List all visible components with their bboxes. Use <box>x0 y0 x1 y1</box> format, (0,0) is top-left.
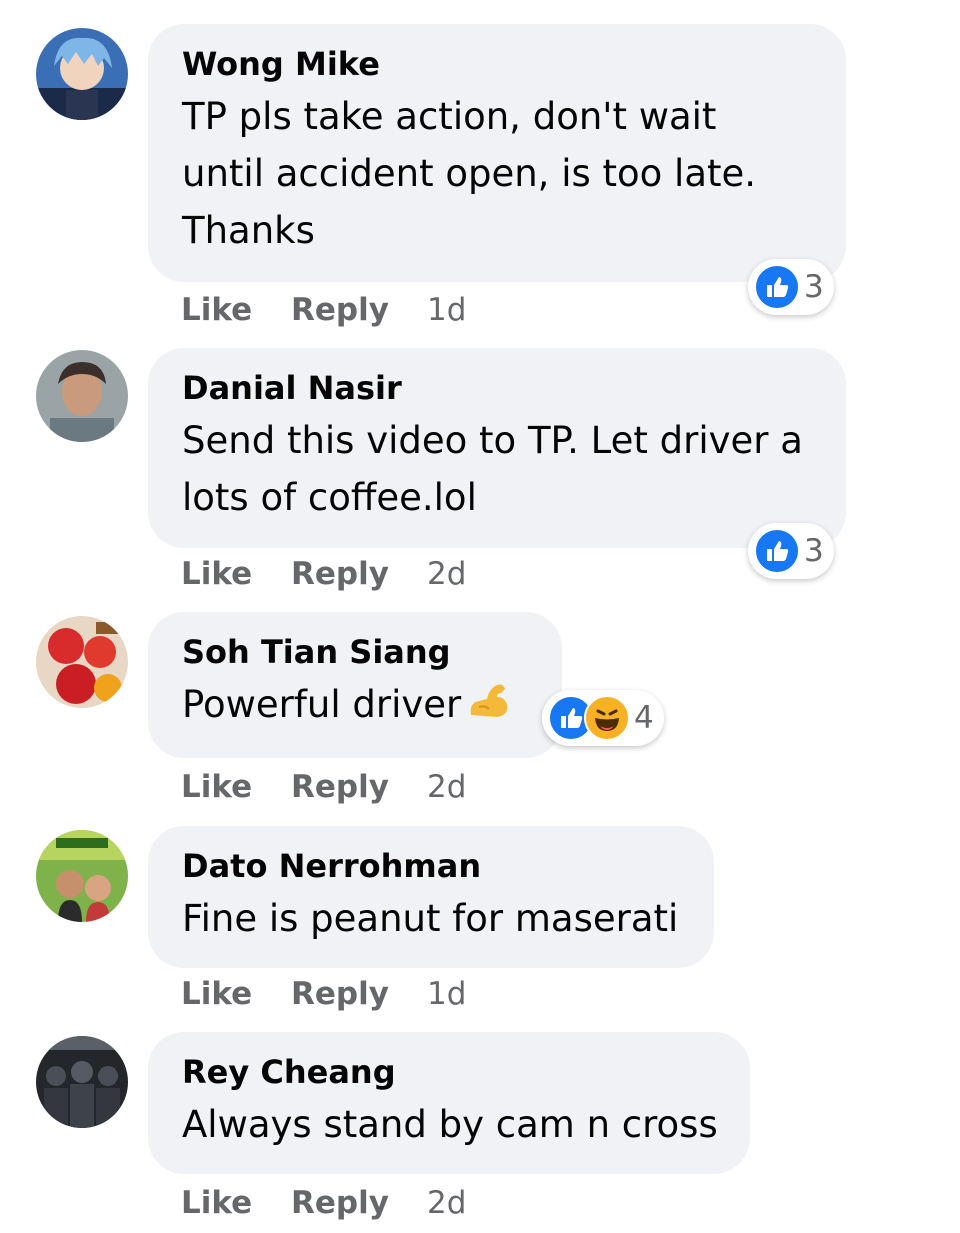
comment-author[interactable]: Rey Cheang <box>182 1052 716 1092</box>
comment-author[interactable]: Soh Tian Siang <box>182 632 528 672</box>
comment-bubble: Danial Nasir Send this video to TP. Let … <box>148 348 846 548</box>
reply-button[interactable]: Reply <box>291 556 427 592</box>
reaction-count: 3 <box>804 269 824 305</box>
comment-actions: Like Reply 2d <box>181 767 466 805</box>
like-button[interactable]: Like <box>181 292 291 328</box>
comment-text-line: TP pls take action, don't wait <box>182 95 717 138</box>
comment-bubble: Dato Nerrohman Fine is peanut for masera… <box>148 826 714 968</box>
comment-text-line: Thanks <box>182 209 315 252</box>
comment-text: Always stand by cam n cross <box>182 1096 718 1153</box>
comment-text-line-wrap: Powerful driver <box>182 676 528 737</box>
comment-actions: Like Reply 2d <box>181 554 466 592</box>
comment-text: Fine is peanut for maserati <box>182 890 680 947</box>
comment-author[interactable]: Dato Nerrohman <box>182 846 680 886</box>
comment-text-line: until accident open, is too late. <box>182 152 757 195</box>
like-button[interactable]: Like <box>181 556 291 592</box>
reply-button[interactable]: Reply <box>291 769 427 805</box>
comment-bubble: Soh Tian Siang Powerful driver <box>148 612 562 758</box>
comment-text-line: lots of coffee.lol <box>182 476 477 519</box>
comment-timestamp[interactable]: 2d <box>427 1185 466 1221</box>
comment-text: TP pls take action, don't wait until acc… <box>182 88 812 259</box>
avatar[interactable] <box>36 28 128 120</box>
reaction-count: 3 <box>804 533 824 569</box>
comment-bubble: Wong Mike TP pls take action, don't wait… <box>148 24 846 282</box>
comment-actions: Like Reply 1d <box>181 290 466 328</box>
reaction-summary[interactable]: 3 <box>748 523 834 579</box>
like-icon <box>754 528 800 574</box>
comment-actions: Like Reply 1d <box>181 974 466 1012</box>
reply-button[interactable]: Reply <box>291 976 427 1012</box>
comment-timestamp[interactable]: 1d <box>427 976 466 1012</box>
like-button[interactable]: Like <box>181 976 291 1012</box>
reaction-summary[interactable]: 4 <box>542 690 664 746</box>
like-button[interactable]: Like <box>181 769 291 805</box>
avatar[interactable] <box>36 830 128 922</box>
avatar[interactable] <box>36 350 128 442</box>
comment-text: Send this video to TP. Let driver a lots… <box>182 412 812 526</box>
comment-timestamp[interactable]: 2d <box>427 769 466 805</box>
comment-text-line: Send this video to TP. Let driver a <box>182 419 803 462</box>
comment-actions: Like Reply 2d <box>181 1183 466 1221</box>
avatar[interactable] <box>36 616 128 708</box>
reaction-summary[interactable]: 3 <box>748 259 834 315</box>
comment-text-line: Powerful driver <box>182 683 462 726</box>
reply-button[interactable]: Reply <box>291 292 427 328</box>
comment-timestamp[interactable]: 1d <box>427 292 466 328</box>
comment-author[interactable]: Wong Mike <box>182 44 812 84</box>
comment-bubble: Rey Cheang Always stand by cam n cross <box>148 1032 750 1174</box>
comment-text: Powerful driver <box>182 676 528 737</box>
comment-timestamp[interactable]: 2d <box>427 556 466 592</box>
avatar[interactable] <box>36 1036 128 1128</box>
reply-button[interactable]: Reply <box>291 1185 427 1221</box>
flexed-biceps-icon <box>467 680 511 737</box>
comment-text-line: Always stand by cam n cross <box>182 1103 718 1146</box>
comment-text-line: Fine is peanut for maserati <box>182 897 679 940</box>
reaction-count: 4 <box>634 700 654 736</box>
haha-icon <box>584 695 630 741</box>
like-icon <box>754 264 800 310</box>
like-button[interactable]: Like <box>181 1185 291 1221</box>
comment-author[interactable]: Danial Nasir <box>182 368 812 408</box>
